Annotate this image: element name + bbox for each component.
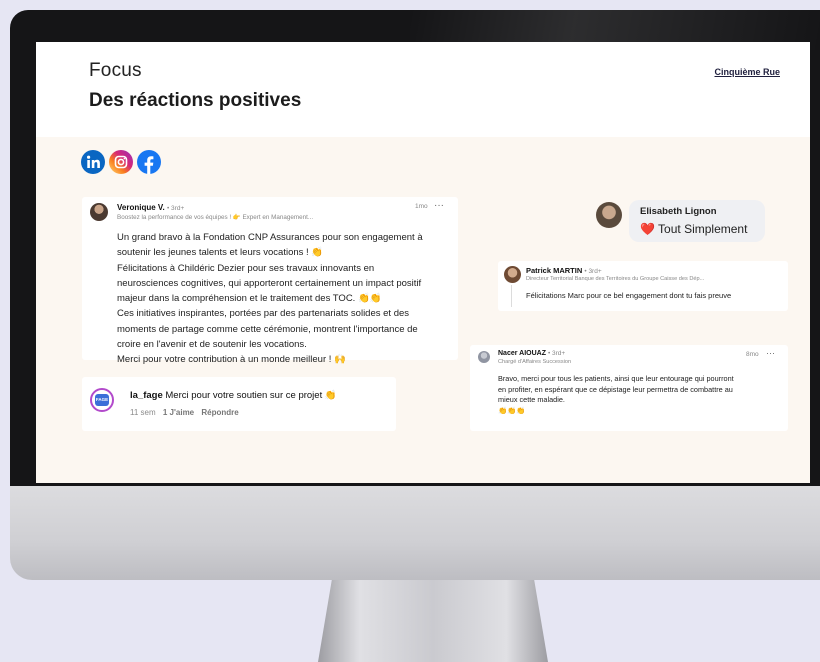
post-time: 1mo (415, 203, 428, 210)
comment-body: Bravo, merci pour tous les patients, ain… (498, 374, 734, 416)
brand-link[interactable]: Cinquième Rue (714, 67, 780, 77)
comment-meta: 11 sem 1 J'aime Répondre (130, 408, 239, 417)
connection-degree: • 3rd+ (547, 350, 566, 357)
post-line: majeur dans la compréhension et le trait… (117, 293, 382, 305)
facebook-icon[interactable] (137, 150, 161, 174)
page-kicker: Focus (89, 60, 142, 81)
author-name[interactable]: Nacer AIOUAZ • 3rd+ (498, 350, 565, 357)
message-bubble: Elisabeth Lignon ❤️ Tout Simplement (629, 200, 765, 242)
more-options-icon[interactable]: ··· (434, 200, 444, 211)
page-title: Des réactions positives (89, 90, 302, 111)
avatar[interactable] (596, 202, 622, 228)
author-headline: Chargé d'Affaires Succession (498, 359, 572, 365)
linkedin-icon[interactable] (81, 150, 105, 174)
post-card-veronique: Veronique V. • 3rd+ Boostez la performan… (82, 197, 458, 365)
avatar[interactable] (504, 266, 521, 283)
post-line: moments de partage comme cette cérémonie… (117, 323, 418, 335)
comment-body: Félicitations Marc pour ce bel engagemen… (526, 291, 732, 300)
post-body: Un grand bravo à la Fondation CNP Assura… (117, 230, 423, 368)
comment-line: en profiter, en espérant que ce dépistag… (498, 384, 733, 394)
post-line: neurosciences cognitives, qui apporteron… (117, 277, 422, 289)
comment-line: Bravo, merci pour tous les patients, ain… (498, 374, 734, 383)
comment-card-nacer: Nacer AIOUAZ • 3rd+ Chargé d'Affaires Su… (470, 345, 788, 431)
connection-degree: • 3rd+ (584, 268, 602, 275)
comment-text: la_fage Merci pour votre soutien sur ce … (130, 390, 337, 401)
message-text: ❤️ Tout Simplement (640, 222, 748, 236)
comment-body: Merci pour votre soutien sur ce projet 👏 (165, 390, 337, 401)
comment-card-patrick: Patrick MARTIN • 3rd+ Directeur Territor… (498, 261, 788, 311)
page-header: Focus Des réactions positives Cinquième … (36, 42, 810, 137)
screen: Focus Des réactions positives Cinquième … (36, 42, 810, 483)
monitor-stand (318, 580, 548, 662)
post-line: Ces initiatives inspirantes, portées par… (117, 308, 410, 320)
post-line: Un grand bravo à la Fondation CNP Assura… (117, 232, 423, 243)
post-line: Merci pour votre contribution à un monde… (117, 354, 346, 366)
comment-card-lafage: FAGE la_fage Merci pour votre soutien su… (82, 377, 396, 431)
author-headline: Directeur Territorial Banque des Territo… (526, 276, 705, 282)
post-line: croire en l'avenir et de soutenir les vo… (117, 339, 307, 351)
author-name[interactable]: Elisabeth Lignon (640, 206, 717, 217)
comment-line: 👏👏👏 (498, 405, 526, 415)
author-name[interactable]: la_fage (130, 390, 163, 401)
avatar[interactable] (90, 203, 108, 221)
instagram-icon[interactable] (109, 150, 133, 174)
comment-time: 11 sem (130, 408, 156, 417)
message-elisabeth: Elisabeth Lignon ❤️ Tout Simplement (596, 200, 766, 246)
author-name[interactable]: Veronique V. • 3rd+ (117, 203, 184, 212)
comment-time: 8mo (746, 351, 759, 358)
like-count[interactable]: 1 J'aime (163, 408, 194, 417)
connection-degree: • 3rd+ (166, 205, 185, 212)
post-line: soutenir les jeunes talents et leurs voc… (117, 247, 324, 259)
author-headline: Boostez la performance de vos équipes ! … (117, 214, 314, 221)
reply-button[interactable]: Répondre (201, 408, 238, 417)
comment-line: mieux cette maladie. (498, 395, 565, 404)
fage-logo: FAGE (95, 394, 109, 406)
avatar[interactable] (478, 351, 490, 363)
more-options-icon[interactable]: ··· (766, 348, 775, 358)
monitor-chin (10, 486, 820, 580)
post-line: Félicitations à Childéric Dezier pour se… (117, 262, 375, 274)
author-name[interactable]: Patrick MARTIN • 3rd+ (526, 266, 602, 275)
thread-line (511, 285, 512, 307)
avatar[interactable]: FAGE (90, 388, 114, 412)
